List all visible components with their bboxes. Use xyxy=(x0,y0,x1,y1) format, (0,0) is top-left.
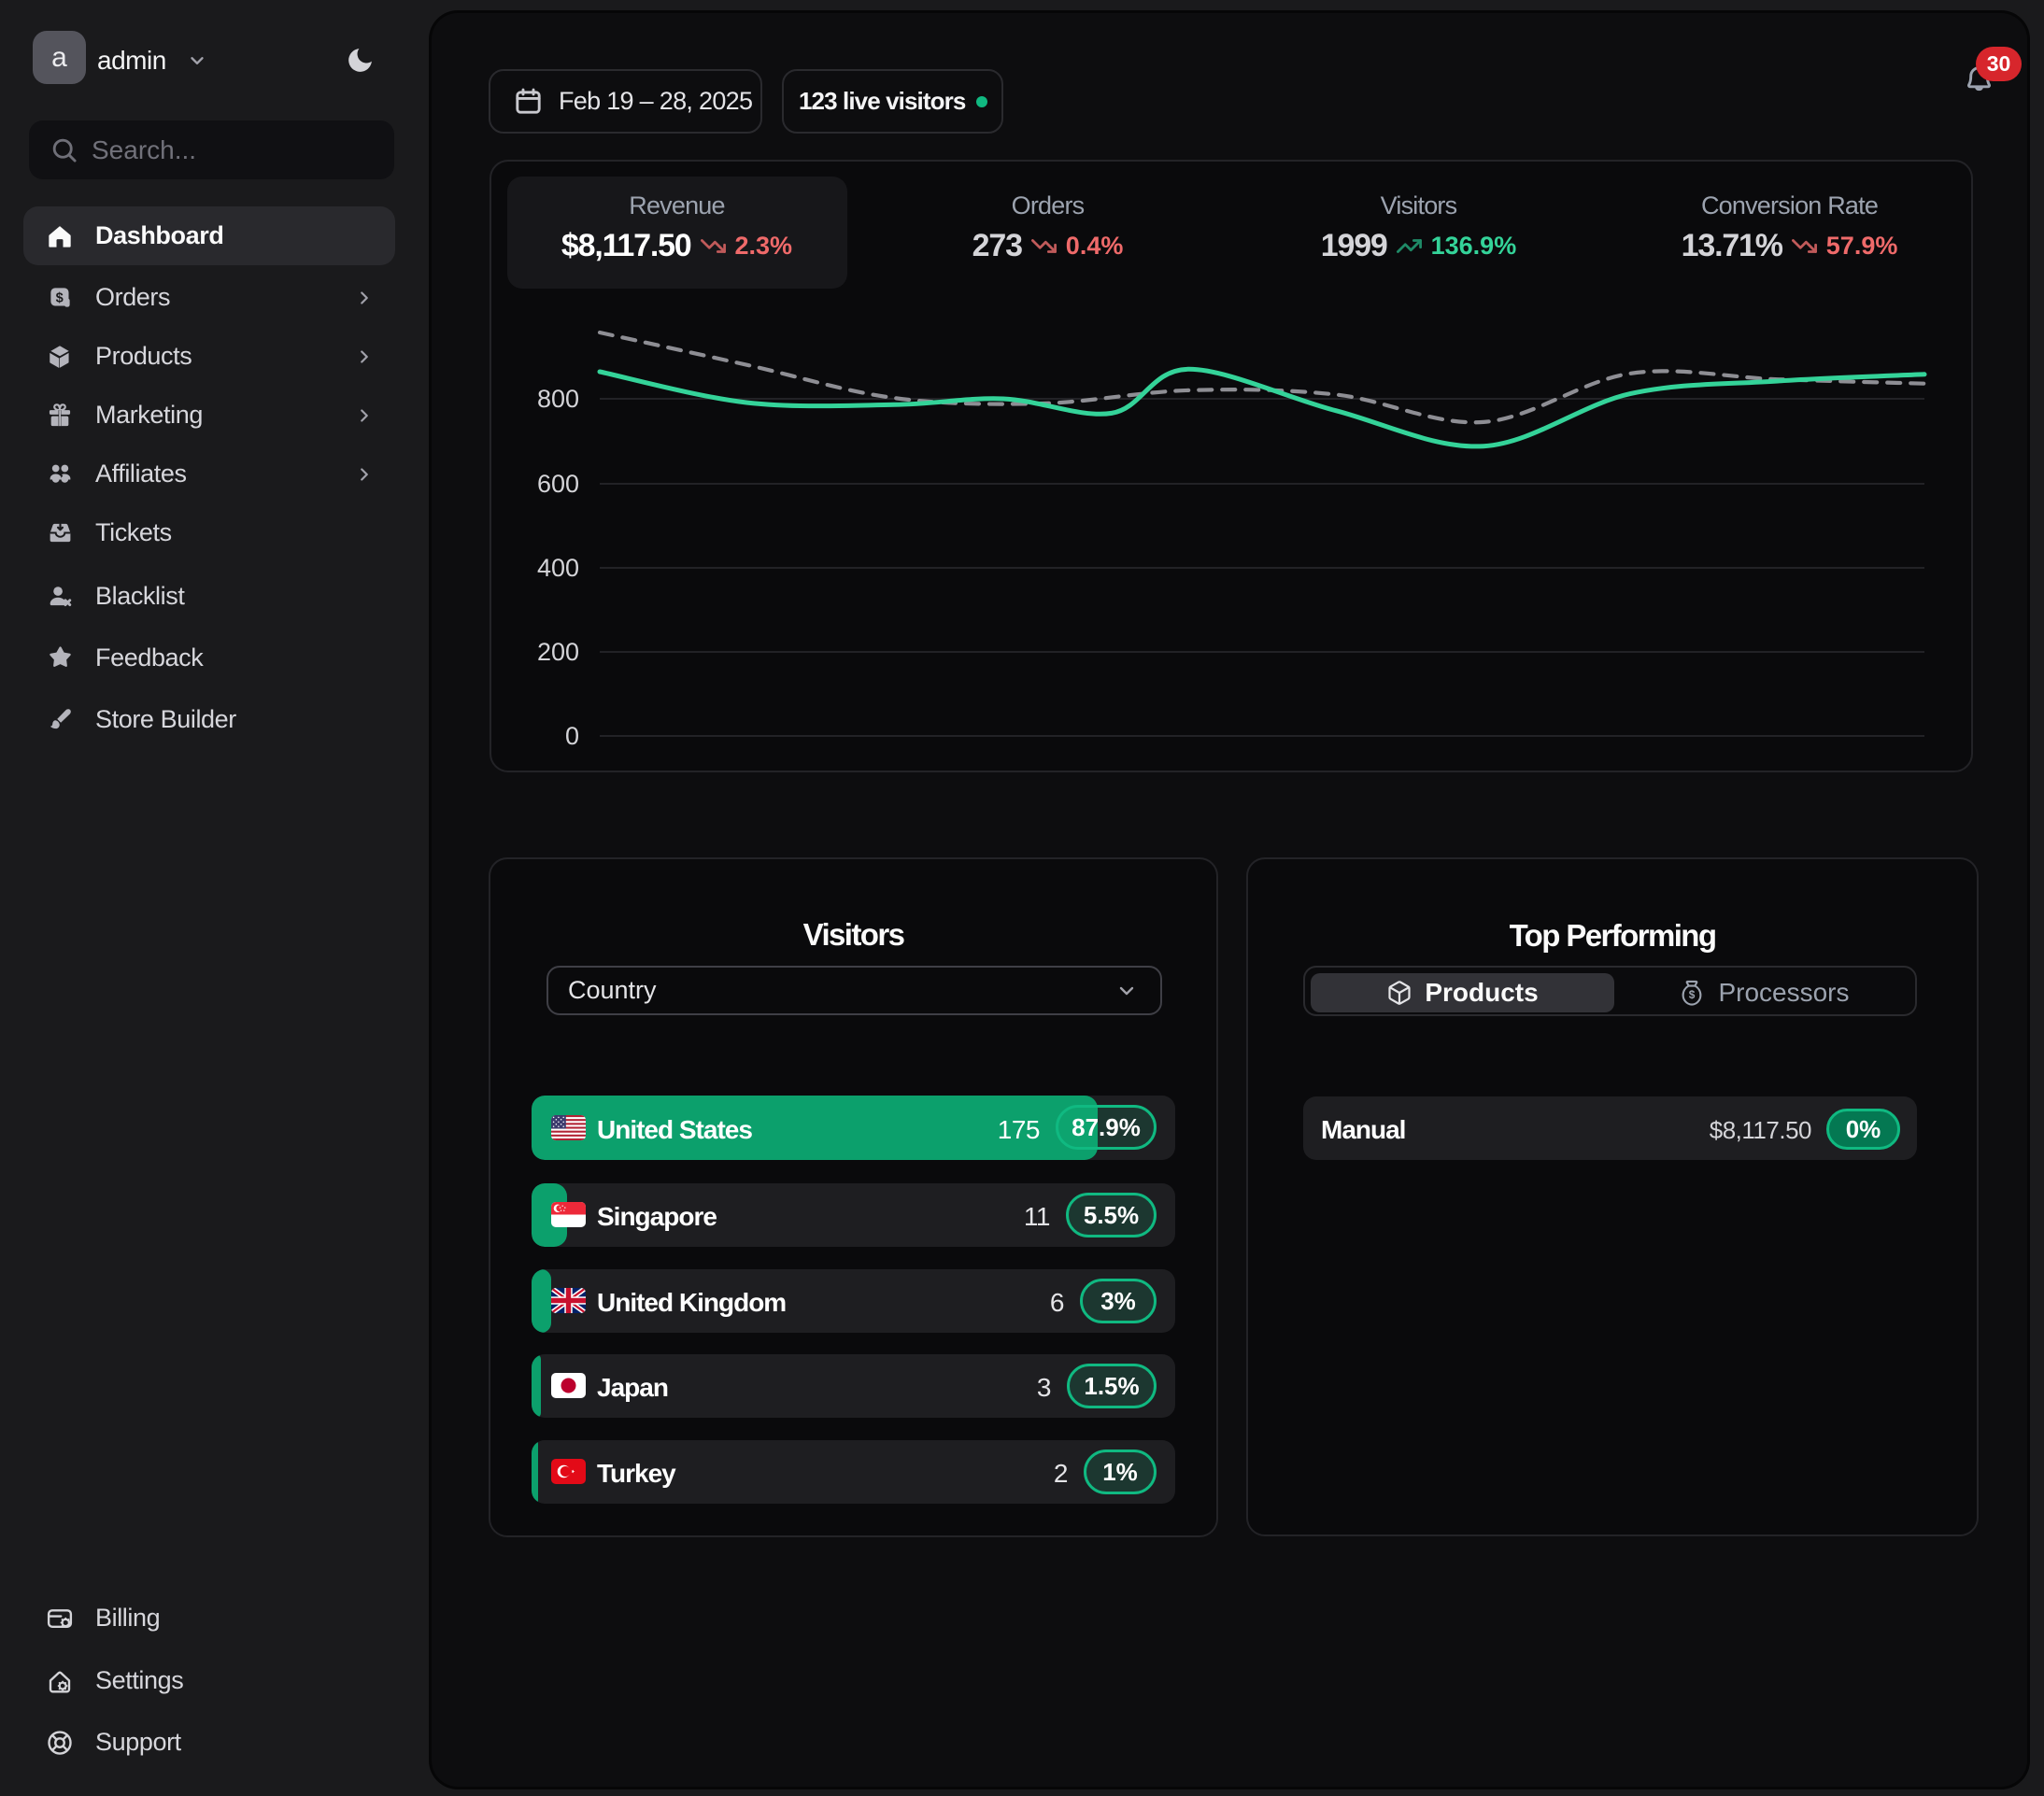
svg-text:800: 800 xyxy=(537,385,579,413)
svg-text:0: 0 xyxy=(565,722,579,750)
svg-text:$: $ xyxy=(55,290,63,305)
svg-text:$: $ xyxy=(1689,988,1696,1001)
svg-text:600: 600 xyxy=(537,470,579,498)
svg-text:400: 400 xyxy=(537,554,579,582)
svg-text:200: 200 xyxy=(537,638,579,666)
